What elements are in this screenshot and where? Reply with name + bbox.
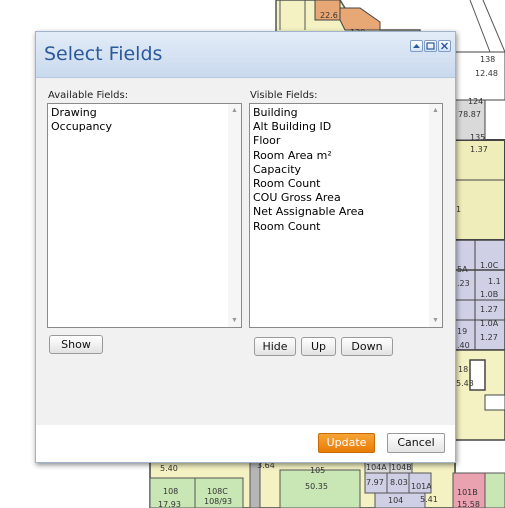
room-label: 105 <box>310 466 325 475</box>
scrollbar[interactable]: ▲ ▼ <box>429 104 442 327</box>
room-label: 22.6 <box>320 11 338 20</box>
dialog-footer: Update Cancel <box>36 425 455 462</box>
room-label: 18 <box>458 365 468 374</box>
list-item[interactable]: Floor <box>253 134 442 148</box>
close-icon <box>441 42 448 50</box>
room-label: 108/93 <box>204 497 232 506</box>
room-label: 12.48 <box>475 69 498 78</box>
scroll-down-arrow-icon[interactable]: ▼ <box>432 317 439 324</box>
maximize-icon <box>426 42 435 50</box>
list-item[interactable]: Room Count <box>253 220 442 234</box>
room-label: 101A <box>411 482 432 491</box>
room-label: 15.58 <box>457 500 480 508</box>
room-label: 5A <box>457 265 468 274</box>
collapse-button[interactable] <box>410 40 423 52</box>
room-label: 104 <box>388 496 403 505</box>
room-label: 124 <box>468 97 483 106</box>
available-fields-label: Available Fields: <box>48 90 129 101</box>
room-label: 5.43 <box>456 379 474 388</box>
room-label: 104A <box>366 463 387 472</box>
room-label: 17.93 <box>158 500 181 508</box>
room-label: 1.0A <box>480 319 499 328</box>
list-item[interactable]: Room Area m² <box>253 149 442 163</box>
room-label: 8.03 <box>390 478 408 487</box>
select-fields-dialog: Select Fields Available Fields: Drawing … <box>35 31 456 463</box>
maximize-button[interactable] <box>424 40 437 52</box>
room-label: 5.41 <box>420 495 438 504</box>
room <box>449 139 505 241</box>
room-label: 101B <box>457 488 478 497</box>
room <box>484 472 505 508</box>
list-item[interactable]: Alt Building ID <box>253 120 442 134</box>
scroll-down-arrow-icon[interactable]: ▼ <box>231 317 238 324</box>
room-label: 1.37 <box>470 145 488 154</box>
list-item[interactable]: Building <box>253 106 442 120</box>
room-label: 1.0C <box>480 261 499 270</box>
cancel-button[interactable]: Cancel <box>387 433 445 453</box>
scroll-up-arrow-icon[interactable]: ▲ <box>231 107 238 114</box>
dialog-title: Select Fields <box>44 43 163 65</box>
room-label: 5.40 <box>160 464 178 473</box>
list-item[interactable]: Occupancy <box>51 120 241 134</box>
chevron-up-icon <box>413 44 420 48</box>
room <box>484 394 505 411</box>
list-item[interactable]: Capacity <box>253 163 442 177</box>
room-label: 1.27 <box>480 305 498 314</box>
visible-fields-label: Visible Fields: <box>250 90 318 101</box>
down-button[interactable]: Down <box>341 337 393 356</box>
room <box>339 7 381 31</box>
visible-fields-list[interactable]: Building Alt Building ID Floor Room Area… <box>249 103 443 328</box>
room-label: 135 <box>470 133 485 142</box>
available-fields-list[interactable]: Drawing Occupancy ▲ ▼ <box>47 103 242 328</box>
room-label: 7.97 <box>366 478 384 487</box>
up-button[interactable]: Up <box>301 337 336 356</box>
dialog-header[interactable]: Select Fields <box>36 32 455 78</box>
room-label: 1.0B <box>480 290 498 299</box>
list-item[interactable]: Room Count <box>253 177 442 191</box>
room-label: 138 <box>480 55 495 64</box>
list-item[interactable]: Drawing <box>51 106 241 120</box>
show-button[interactable]: Show <box>49 335 103 354</box>
room-label: 1.1 <box>488 277 501 286</box>
room-label: 78.87 <box>458 110 481 119</box>
update-button[interactable]: Update <box>318 433 375 453</box>
scrollbar[interactable]: ▲ ▼ <box>228 104 241 327</box>
room-label: 1.27 <box>480 333 498 342</box>
list-item[interactable]: Net Assignable Area <box>253 205 442 219</box>
close-button[interactable] <box>438 40 451 52</box>
hide-button[interactable]: Hide <box>254 337 296 356</box>
room-label: .23 <box>457 279 470 288</box>
scroll-up-arrow-icon[interactable]: ▲ <box>432 107 439 114</box>
dialog-body: Available Fields: Drawing Occupancy ▲ ▼ … <box>36 78 455 425</box>
room-label: 50.35 <box>305 482 328 491</box>
room-label: 19 <box>457 327 467 336</box>
list-item[interactable]: COU Gross Area <box>253 191 442 205</box>
window-controls <box>410 40 451 52</box>
room-label: 108 <box>163 487 178 496</box>
room-label: 104B <box>391 463 412 472</box>
room-label: 1 <box>456 205 461 214</box>
room-label: .40 <box>457 341 470 350</box>
room-label: 108C <box>207 487 228 496</box>
